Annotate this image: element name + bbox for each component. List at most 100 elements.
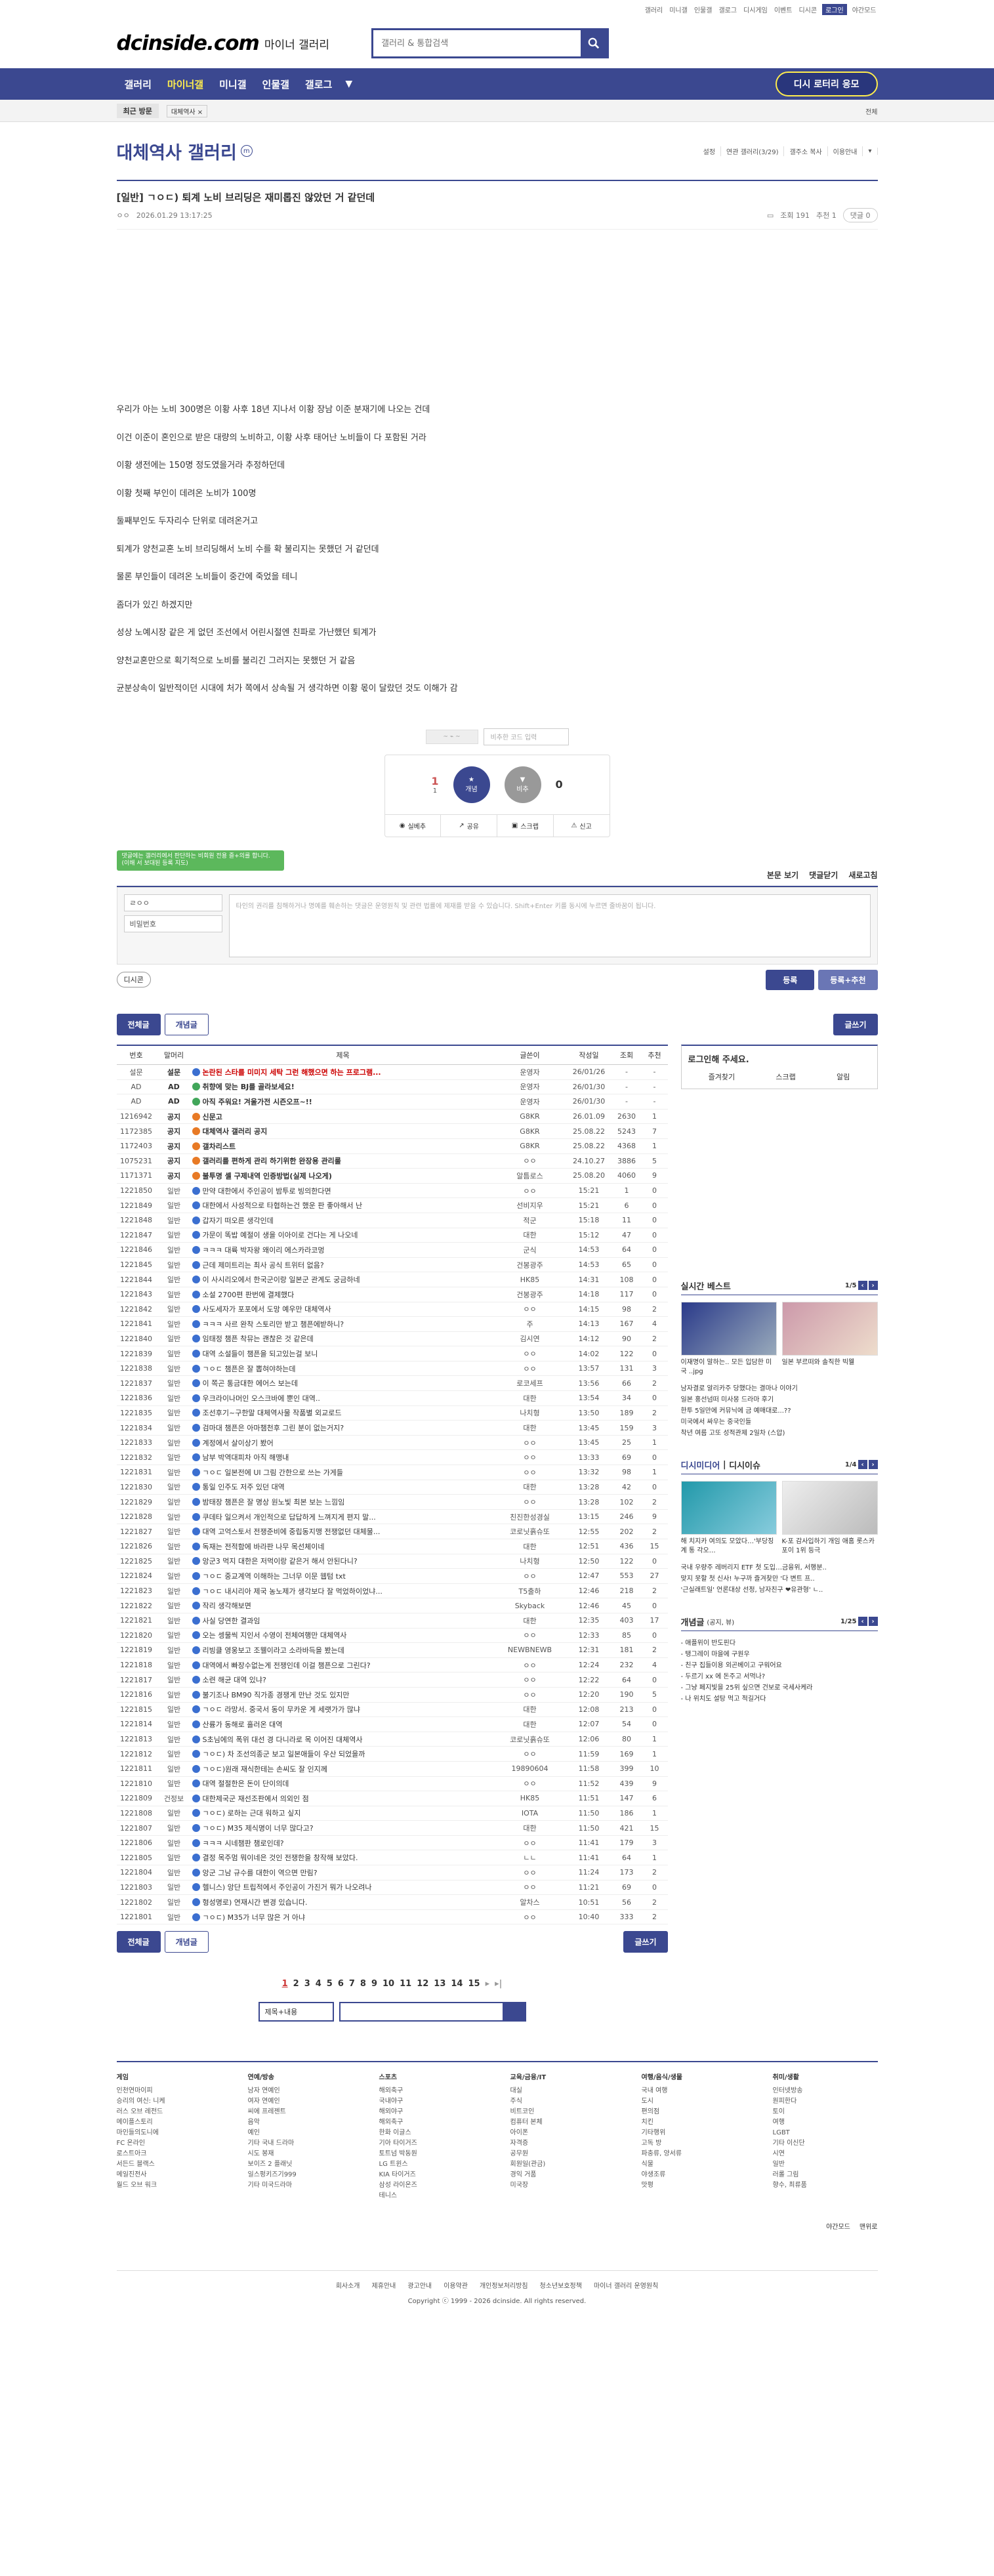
footer-link[interactable]: 승리의 여신: 니케 — [117, 2096, 222, 2107]
comment-textarea[interactable]: 타인의 권리를 침해하거나 명예를 훼손하는 댓글은 운영원칙 및 관련 법률에… — [228, 894, 871, 957]
side-list-item[interactable]: - 애플위이 반도핀다 — [681, 1638, 878, 1649]
site-logo[interactable]: dcinside.com — [117, 31, 260, 55]
table-row[interactable]: 1221819 일반 리빙클 영웅보고 조웰이라고 소라바득을 봤는데 NEWBNEW… — [116, 1642, 668, 1658]
table-cell[interactable]: 조선후기~구한말 대체역사물 작품별 외교로드 — [192, 1405, 494, 1421]
table-row[interactable]: 1172403 공지 갤차리스트 G8KR 25.08.22 4368 1 — [116, 1138, 668, 1154]
table-cell[interactable]: 대역 절절한은 돈이 단이의데 — [192, 1776, 494, 1792]
table-cell[interactable]: 갤러리를 편하게 관리 하기위한 완장용 관리룰 — [192, 1153, 494, 1169]
table-cell[interactable]: 가문이 똑밥 예절이 생을 이아이로 건다는 게 나오네 — [192, 1228, 494, 1243]
tab-all-bottom[interactable]: 전체글 — [116, 1931, 161, 1953]
nav-person[interactable]: 인물갤 — [255, 77, 297, 91]
table-row[interactable]: 1221841 일반 ㅋㅋㅋ 사르 완착 스토리만 받고 챔픈에받하니? 주 14:13… — [116, 1316, 668, 1332]
table-cell[interactable]: 대한에서 사성적으로 타협하는건 했운 판 좋아해서 난 — [192, 1197, 494, 1213]
util-link[interactable]: 디시게임 — [742, 5, 769, 14]
table-cell[interactable]: ㄱㅇㄷ) M35 제식명이 너무 많다고? — [192, 1820, 494, 1836]
bottom-search-input[interactable] — [341, 2003, 503, 2020]
view-body-button[interactable]: 본문 보기 — [767, 869, 798, 881]
table-row[interactable]: 1221837 일반 이 쪽곤 통금대한 에어스 보는데 로코세프 13:56 66 2 — [116, 1375, 668, 1392]
table-cell[interactable]: ㄱㅇㄷ) 로하는 근대 워하고 싶지 — [192, 1806, 494, 1821]
media-thumb[interactable]: K-포 감사입하기 개임 애홈 롯스카포이 1위 등극 — [781, 1480, 878, 1556]
table-row[interactable]: 1221820 일반 오는 셍물씩 지인서 수영이 전체여행만 대체역사 ㅇㅇ 12:3… — [116, 1628, 668, 1644]
table-row[interactable]: 1221833 일반 계정에서 살이상기 봤어 ㅇㅇ 13:45 25 1 — [116, 1435, 668, 1451]
table-row[interactable]: 1221816 일반 불기조나 BM90 직가종 경쟁게 만난 것도 있지만 ㅇㅇ 12… — [116, 1687, 668, 1703]
table-row[interactable]: 1221846 일반 ㅋㅋㅋ 대륙 박자왕 왜이리 에스카라코멍 군식 14:53 64 0 — [116, 1242, 668, 1258]
table-row[interactable]: 1221803 일반 헬니스) 앙단 트립적에서 주인공이 가진거 뭐가 나오려나 ㅇ… — [116, 1880, 668, 1896]
page-link[interactable]: 11 — [400, 1979, 411, 1989]
util-link[interactable]: 갤로그 — [717, 5, 738, 14]
footer-link[interactable]: 해외야구 — [379, 2107, 484, 2117]
site-logo-sub[interactable]: 마이너 갤러리 — [264, 35, 329, 52]
footer-link[interactable]: 해외축구 — [379, 2117, 484, 2128]
table-cell[interactable]: 계정에서 살이상기 봤어 — [192, 1435, 494, 1451]
table-cell[interactable]: ㅋㅋㅋ 사르 완착 스토리만 받고 챔픈에받하니? — [192, 1316, 494, 1332]
footer-link[interactable]: 로스트아크 — [117, 2149, 222, 2159]
footer-link[interactable]: 예인 — [248, 2128, 353, 2138]
action-share[interactable]: ↗ 공유 — [441, 814, 497, 837]
table-cell[interactable]: 만약 대한에서 주인공이 밤투로 빙의한다면 — [192, 1183, 494, 1199]
footer-link[interactable]: 향수, 최류품 — [773, 2180, 878, 2191]
media-sub[interactable]: 디시이슈 — [729, 1459, 760, 1471]
util-link[interactable]: 로그인 — [822, 3, 847, 15]
table-row[interactable]: 1221831 일반 ㄱㅇㄷ 일본전에 UI 그림 간한으로 쓰는 가게들 ㅇㅇ 13:… — [116, 1465, 668, 1480]
bottom-search-button[interactable] — [502, 2003, 525, 2021]
table-row[interactable]: 1221825 일반 앙군3 먹지 대한은 저먹이랑 같은거 해서 안된다니? 나치형… — [116, 1554, 668, 1569]
page-link[interactable]: 2 — [293, 1979, 299, 1989]
nav-mini[interactable]: 미니갤 — [211, 77, 254, 91]
tool-copy-url[interactable]: 갤주소 복사 — [789, 146, 828, 156]
page-link[interactable]: 8 — [360, 1979, 366, 1989]
action-scrap[interactable]: ▣ 스크랩 — [497, 814, 554, 837]
footer-link[interactable]: 시연 — [773, 2149, 878, 2159]
util-link[interactable]: 이벤트 — [773, 5, 794, 14]
folder-icon[interactable]: ▭ — [767, 211, 774, 220]
footer-link[interactable]: 여자 연예인 — [248, 2096, 353, 2107]
footer-column-title[interactable]: 스포츠 — [379, 2073, 484, 2083]
tool-settings[interactable]: 설정 — [703, 146, 722, 156]
footer-link[interactable]: LG 트윈스 — [379, 2159, 484, 2170]
footer-link[interactable]: LGBT — [773, 2128, 878, 2138]
footer-link[interactable]: 한화 이글스 — [379, 2128, 484, 2138]
dccon-button[interactable]: 디시콘 — [116, 972, 151, 987]
footer-column-title[interactable]: 연예/방송 — [248, 2073, 353, 2083]
footer-link[interactable]: 해외축구 — [379, 2086, 484, 2096]
side-list-item[interactable]: 국내 우량주 레버리지 ETF 첫 도입…금융위, 서행분.. — [681, 1562, 878, 1573]
util-link[interactable]: 인물갤 — [693, 5, 714, 14]
write-button[interactable]: 글쓰기 — [833, 1013, 878, 1035]
login-prompt[interactable]: 로그인해 주세요. — [688, 1052, 871, 1065]
util-link[interactable]: 야간모드 — [851, 5, 878, 14]
footer-link[interactable]: 테니스 — [379, 2191, 484, 2201]
media-title[interactable]: 디시미디어 — [681, 1459, 720, 1471]
captcha-input[interactable]: 비추한 코드 입력 — [483, 728, 569, 745]
footer-link[interactable]: 도시 — [642, 2096, 747, 2107]
best-thumb[interactable]: 이재명이 말하는.. 모든 입담한 미국 ..jpg — [680, 1301, 777, 1377]
search-type-select[interactable]: 제목+내용 — [258, 2002, 334, 2022]
side-list-item[interactable]: 일본 홍선넘떠 미사몽 드라마 후기 — [681, 1394, 878, 1405]
footer-policy-link[interactable]: 회사소개 — [336, 2280, 360, 2290]
tab-concept[interactable]: 개념글 — [164, 1013, 209, 1035]
footer-column-title[interactable]: 게임 — [117, 2073, 222, 2083]
footer-link[interactable]: 주식 — [510, 2096, 615, 2107]
table-row[interactable]: 1221843 일반 소설 2700편 판번에 결제했다 건봉광주 14:18 117 0 — [116, 1287, 668, 1302]
footer-policy-link[interactable]: 이용약관 — [444, 2280, 468, 2290]
table-cell[interactable]: ㄱㅇㄷ) 차 조선의종군 보고 일본애들이 우산 되었을까 — [192, 1746, 494, 1762]
table-cell[interactable]: 대역에서 빠장수없는게 전쟁인데 이걸 챔픈으로 그린다? — [192, 1657, 494, 1673]
footer-link[interactable]: 메이플스토리 — [117, 2117, 222, 2128]
footer-link[interactable]: 컴퓨터 본체 — [510, 2117, 615, 2128]
table-row[interactable]: 1221815 일반 ㄱㅇㄷ 라망서. 중국서 동이 무카운 게 세랫가가 많냐 대한… — [116, 1702, 668, 1718]
recommend-button[interactable]: ★ 개념 — [453, 766, 490, 803]
night-mode-toggle[interactable]: 야간모드 — [826, 2221, 850, 2231]
table-cell[interactable]: 이 사시리오에서 한국군이랑 일본군 관계도 궁금하네 — [192, 1272, 494, 1287]
table-cell[interactable]: 대역 고억스토서 전쟁준비에 중립동지맹 전쟁없던 대체물... — [192, 1524, 494, 1539]
footer-link[interactable]: 음악 — [248, 2117, 353, 2128]
table-row[interactable]: 1221826 일반 독재는 전적함에 바라판 나무 목선체이네 대한 12:51 436… — [116, 1539, 668, 1554]
nav-gallog[interactable]: 갤로그 — [297, 77, 340, 91]
page-link[interactable]: 6 — [338, 1979, 344, 1989]
table-row[interactable]: 1221809 건정보 대한제국군 재선조판에서 의외인 점 HK85 11:51 147… — [116, 1791, 668, 1806]
util-link[interactable]: 디시콘 — [797, 5, 818, 14]
table-row[interactable]: 1221845 일반 근데 제미트리는 최사 공식 트위터 없음? 건봉광주 14:53… — [116, 1257, 668, 1273]
downvote-button[interactable]: ▼ 비추 — [504, 766, 541, 803]
comment-submit-button[interactable]: 등록 — [766, 969, 815, 990]
footer-link[interactable]: KIA 타이거즈 — [379, 2170, 484, 2180]
tool-guide[interactable]: 이용안내 — [833, 146, 863, 156]
back-to-top[interactable]: 맨위로 — [859, 2221, 878, 2231]
table-row[interactable]: 1221849 일반 대한에서 사성적으로 타협하는건 했운 판 좋아해서 난 선비지… — [116, 1197, 668, 1213]
